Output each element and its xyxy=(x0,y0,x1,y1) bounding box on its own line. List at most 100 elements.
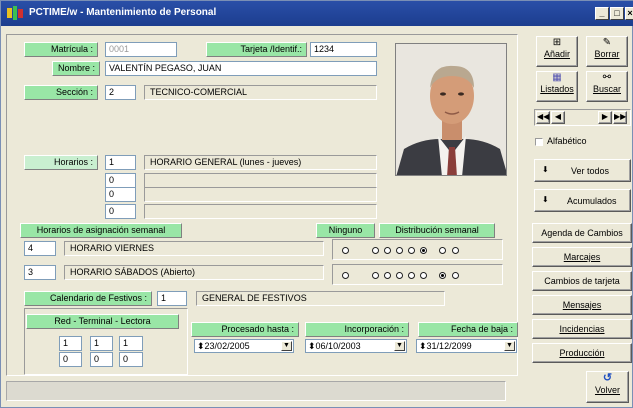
horario-name: HORARIO GENERAL (lunes - jueves) xyxy=(144,155,377,170)
incorporacion-date-picker[interactable]: ⬍06/10/2003 ▼ xyxy=(305,339,407,353)
marcajes-button[interactable]: Marcajes xyxy=(532,247,632,267)
horarios-label: Horarios : xyxy=(24,155,98,170)
semanal-code-field[interactable]: 4 xyxy=(24,241,56,256)
title-bar[interactable]: PCTIME/w - Mantenimiento de Personal _ □… xyxy=(1,1,633,26)
alfabetico-label: Alfabético xyxy=(547,136,587,146)
radio-day[interactable] xyxy=(384,272,391,279)
minimize-button[interactable]: _ xyxy=(595,7,609,20)
semanal-name: HORARIO SÁBADOS (Abierto) xyxy=(64,265,324,280)
semanal-code-field[interactable]: 3 xyxy=(24,265,56,280)
festivos-name: GENERAL DE FESTIVOS xyxy=(196,291,445,306)
delete-button[interactable]: ✎ Borrar xyxy=(586,36,628,67)
radio-day[interactable] xyxy=(439,272,446,279)
maximize-button[interactable]: □ xyxy=(610,7,624,20)
chevron-down-icon[interactable]: ▼ xyxy=(394,341,405,351)
acumulados-button[interactable]: ⬇ Acumulados xyxy=(534,189,631,212)
matricula-field[interactable]: 0001 xyxy=(105,42,177,57)
tarjeta-field[interactable]: 1234 xyxy=(310,42,377,57)
horario-code-field[interactable]: 1 xyxy=(105,155,136,170)
radio-ninguno[interactable] xyxy=(342,247,349,254)
spin-icon: ⬍ xyxy=(308,341,316,351)
radio-day[interactable] xyxy=(420,247,427,254)
list-icon: ▦ xyxy=(552,72,562,83)
radio-day[interactable] xyxy=(372,247,379,254)
seccion-name: TECNICO-COMERCIAL xyxy=(144,85,377,100)
baja-label: Fecha de baja : xyxy=(418,322,518,337)
terminal-field[interactable]: 0 xyxy=(90,352,113,367)
nombre-field[interactable]: VALENTÍN PEGASO, JUAN xyxy=(105,61,377,76)
return-icon: ↺ xyxy=(602,372,613,384)
horario-name xyxy=(144,173,377,188)
last-record-button[interactable]: ▶▶ xyxy=(613,111,627,124)
festivos-code-field[interactable]: 1 xyxy=(157,291,187,306)
radio-day[interactable] xyxy=(408,272,415,279)
red-field[interactable]: 1 xyxy=(59,336,82,351)
close-icon[interactable]: × xyxy=(625,7,633,20)
employee-photo xyxy=(395,43,507,176)
spin-icon: ⬍ xyxy=(197,341,205,351)
arrow-down-icon: ⬇ xyxy=(542,195,549,204)
horario-code-field[interactable]: 0 xyxy=(105,173,136,188)
procesado-label: Procesado hasta : xyxy=(191,322,299,337)
distribucion-label: Distribución semanal xyxy=(379,223,495,238)
produccion-button[interactable]: Producción xyxy=(532,343,632,363)
volver-button[interactable]: ↺ Volver xyxy=(586,371,629,403)
first-record-button[interactable]: ◀◀ xyxy=(536,111,550,124)
radio-group xyxy=(332,264,503,285)
red-field[interactable]: 0 xyxy=(59,352,82,367)
ninguno-label: Ninguno xyxy=(316,223,375,238)
cambios-tarjeta-button[interactable]: Cambios de tarjeta xyxy=(532,271,632,291)
add-icon: ⊞ xyxy=(552,37,562,48)
procesado-date-picker[interactable]: ⬍23/02/2005 ▼ xyxy=(194,339,294,353)
radio-day[interactable] xyxy=(452,272,459,279)
seccion-code-field[interactable]: 2 xyxy=(105,85,136,100)
horario-code-field[interactable]: 0 xyxy=(105,187,136,202)
horario-code-field[interactable]: 0 xyxy=(105,204,136,219)
red-label: Red - Terminal - Lectora xyxy=(26,314,179,329)
incorporacion-label: Incorporación : xyxy=(305,322,409,337)
alfabetico-checkbox[interactable] xyxy=(535,138,543,146)
lectora-field[interactable]: 0 xyxy=(119,352,143,367)
radio-day[interactable] xyxy=(396,247,403,254)
matricula-label: Matrícula : xyxy=(24,42,98,57)
agenda-button[interactable]: Agenda de Cambios xyxy=(532,223,632,243)
radio-day[interactable] xyxy=(384,247,391,254)
lectora-field[interactable]: 1 xyxy=(119,336,143,351)
semanal-label: Horarios de asignación semanal xyxy=(20,223,182,238)
radio-day[interactable] xyxy=(452,247,459,254)
search-button[interactable]: ⚯ Buscar xyxy=(586,71,628,102)
nombre-label: Nombre : xyxy=(52,61,100,76)
horario-name xyxy=(144,204,377,219)
radio-day[interactable] xyxy=(420,272,427,279)
incidencias-button[interactable]: Incidencias xyxy=(532,319,632,339)
mensajes-button[interactable]: Mensajes xyxy=(532,295,632,315)
ver-todos-button[interactable]: ⬇ Ver todos xyxy=(534,159,631,182)
baja-date-picker[interactable]: ⬍31/12/2099 ▼ xyxy=(416,339,517,353)
radio-day[interactable] xyxy=(372,272,379,279)
prev-record-button[interactable]: ◀ xyxy=(551,111,565,124)
radio-day[interactable] xyxy=(439,247,446,254)
horario-name xyxy=(144,187,377,202)
eraser-icon: ✎ xyxy=(602,37,612,48)
add-button[interactable]: ⊞ Añadir xyxy=(536,36,578,67)
radio-group xyxy=(332,239,503,260)
chevron-down-icon[interactable]: ▼ xyxy=(504,341,515,351)
festivos-label: Calendario de Festivos : xyxy=(24,291,152,306)
binoculars-icon: ⚯ xyxy=(602,72,612,83)
spin-icon: ⬍ xyxy=(419,341,427,351)
list-button[interactable]: ▦ Listados xyxy=(536,71,578,102)
chevron-down-icon[interactable]: ▼ xyxy=(281,341,292,351)
radio-day[interactable] xyxy=(408,247,415,254)
semanal-name: HORARIO VIERNES xyxy=(64,241,324,256)
tarjeta-label: Tarjeta /Identif.: xyxy=(206,42,307,57)
main-window: PCTIME/w - Mantenimiento de Personal _ □… xyxy=(0,0,633,408)
terminal-field[interactable]: 1 xyxy=(90,336,113,351)
next-record-button[interactable]: ▶ xyxy=(598,111,612,124)
window-title: PCTIME/w - Mantenimiento de Personal xyxy=(29,7,217,18)
app-icon xyxy=(7,6,23,20)
status-bar xyxy=(6,381,506,401)
seccion-label: Sección : xyxy=(24,85,98,100)
arrow-down-icon: ⬇ xyxy=(542,165,549,174)
radio-ninguno[interactable] xyxy=(342,272,349,279)
radio-day[interactable] xyxy=(396,272,403,279)
